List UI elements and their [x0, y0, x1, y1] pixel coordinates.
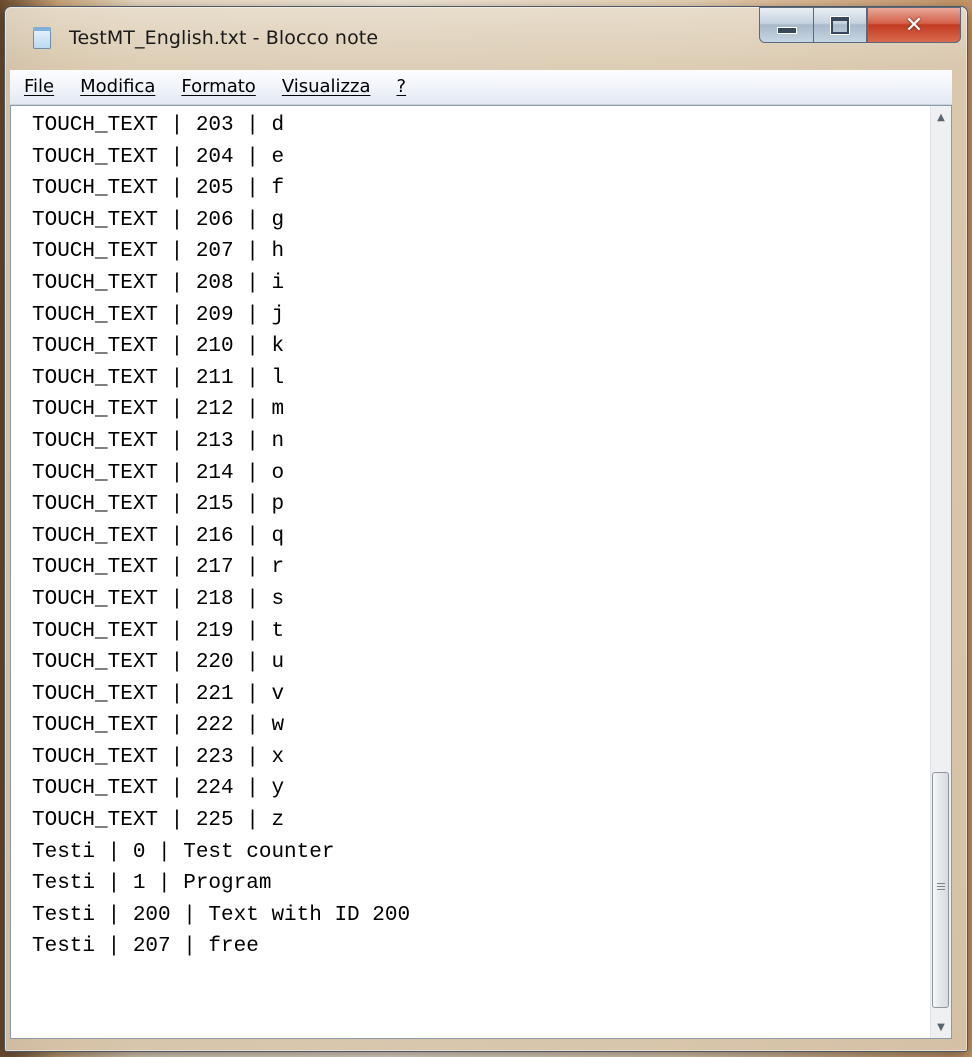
- text-area[interactable]: TOUCH_TEXT | 203 | d TOUCH_TEXT | 204 | …: [11, 106, 931, 1038]
- notepad-icon[interactable]: [33, 27, 51, 49]
- menu-modifica[interactable]: Modifica: [67, 70, 168, 104]
- text-line: TOUCH_TEXT | 211 | l: [32, 366, 285, 390]
- text-line: TOUCH_TEXT | 214 | o: [32, 461, 285, 485]
- menu-file[interactable]: File: [10, 70, 67, 104]
- text-line: TOUCH_TEXT | 220 | u: [32, 651, 285, 675]
- arrow-down-icon[interactable]: ▼: [931, 1016, 951, 1038]
- text-line: Testi | 200 | Text with ID 200: [32, 903, 411, 927]
- text-line: TOUCH_TEXT | 207 | h: [32, 240, 285, 264]
- text-line: TOUCH_TEXT | 213 | n: [32, 429, 285, 453]
- close-button[interactable]: ✕: [867, 7, 961, 43]
- text-line: TOUCH_TEXT | 223 | x: [32, 745, 285, 769]
- text-line: Testi | 207 | free: [32, 935, 259, 959]
- maximize-button[interactable]: [813, 7, 867, 43]
- menu-bar: File Modifica Formato Visualizza ?: [10, 70, 952, 105]
- menu-help[interactable]: ?: [383, 70, 419, 104]
- text-line: TOUCH_TEXT | 210 | k: [32, 335, 285, 359]
- window-title: TestMT_English.txt - Blocco note: [69, 27, 379, 49]
- title-bar[interactable]: TestMT_English.txt - Blocco note ✕: [5, 7, 967, 69]
- text-editor[interactable]: TOUCH_TEXT | 203 | d TOUCH_TEXT | 204 | …: [10, 105, 952, 1039]
- text-line: TOUCH_TEXT | 219 | t: [32, 619, 285, 643]
- arrow-up-icon[interactable]: ▲: [931, 106, 951, 128]
- minimize-icon: [776, 26, 797, 34]
- text-line: TOUCH_TEXT | 208 | i: [32, 271, 285, 295]
- text-line: TOUCH_TEXT | 203 | d: [32, 114, 285, 137]
- text-line: TOUCH_TEXT | 216 | q: [32, 524, 285, 548]
- text-line: TOUCH_TEXT | 215 | p: [32, 493, 285, 517]
- scrollbar-thumb[interactable]: [932, 772, 949, 1008]
- text-line: TOUCH_TEXT | 212 | m: [32, 398, 285, 422]
- text-line: TOUCH_TEXT | 222 | w: [32, 714, 285, 738]
- maximize-icon: [830, 15, 850, 35]
- close-icon: ✕: [904, 12, 924, 38]
- menu-formato[interactable]: Formato: [168, 70, 268, 104]
- text-line: TOUCH_TEXT | 204 | e: [32, 145, 285, 169]
- menu-visualizza[interactable]: Visualizza: [269, 70, 384, 104]
- text-line: TOUCH_TEXT | 217 | r: [32, 556, 285, 580]
- text-line: Testi | 0 | Test counter: [32, 840, 335, 864]
- minimize-button[interactable]: [759, 7, 813, 43]
- text-line: TOUCH_TEXT | 224 | y: [32, 777, 285, 801]
- text-line: TOUCH_TEXT | 209 | j: [32, 303, 285, 327]
- text-line: TOUCH_TEXT | 205 | f: [32, 177, 285, 201]
- text-line: TOUCH_TEXT | 218 | s: [32, 587, 285, 611]
- text-line: Testi | 1 | Program: [32, 872, 272, 896]
- caption-buttons: ✕: [759, 7, 961, 45]
- grip-icon: [937, 883, 945, 892]
- text-line: TOUCH_TEXT | 221 | v: [32, 682, 285, 706]
- text-line: TOUCH_TEXT | 206 | g: [32, 208, 285, 232]
- text-line: TOUCH_TEXT | 225 | z: [32, 809, 285, 833]
- vertical-scrollbar[interactable]: ▲ ▼: [930, 106, 951, 1038]
